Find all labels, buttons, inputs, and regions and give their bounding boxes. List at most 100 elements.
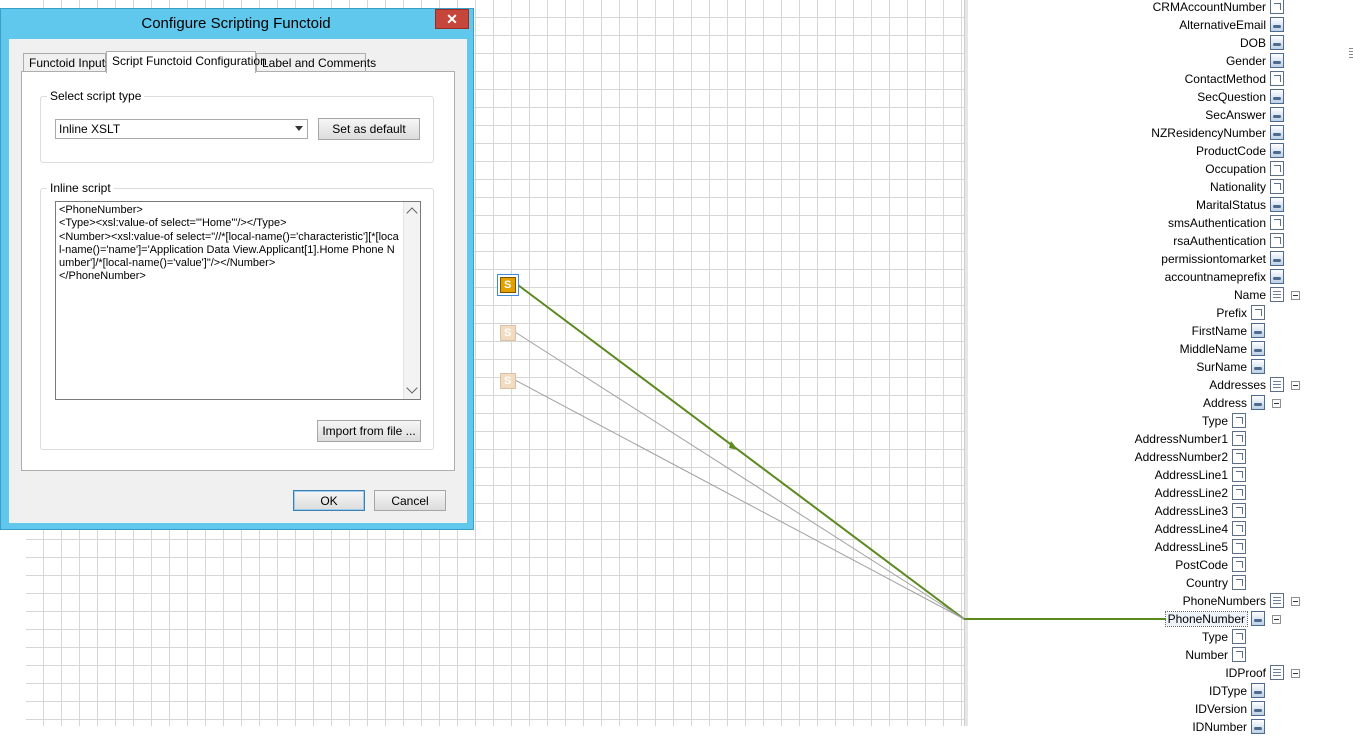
schema-node-label[interactable]: ProductCode <box>1196 144 1266 158</box>
schema-node[interactable]: AddressLine1 <box>980 466 1228 484</box>
schema-node[interactable]: MaritalStatus <box>980 196 1266 214</box>
schema-node-label[interactable]: FirstName <box>1192 324 1247 338</box>
schema-node-label[interactable]: PhoneNumber <box>1164 611 1249 627</box>
schema-node[interactable]: IDVersion <box>980 700 1247 718</box>
schema-node-label[interactable]: PostCode <box>1175 558 1228 572</box>
script-scrollbar[interactable] <box>403 202 420 399</box>
schema-node[interactable]: PhoneNumber <box>980 610 1249 628</box>
ok-button[interactable]: OK <box>293 490 365 511</box>
script-text[interactable]: <PhoneNumber> <Type><xsl:value-of select… <box>59 204 399 284</box>
schema-node-label[interactable]: MaritalStatus <box>1196 198 1266 212</box>
schema-node-label[interactable]: AddressLine2 <box>1155 486 1228 500</box>
schema-node[interactable]: Occupation <box>980 160 1266 178</box>
scripting-functoid[interactable]: S <box>500 325 516 341</box>
schema-node-label[interactable]: Addresses <box>1209 378 1266 392</box>
schema-node-label[interactable]: accountnameprefix <box>1165 270 1266 284</box>
schema-node-label[interactable]: AddressNumber2 <box>1135 450 1228 464</box>
schema-node-label[interactable]: Gender <box>1226 54 1266 68</box>
import-from-file-button[interactable]: Import from file ... <box>317 420 421 442</box>
schema-node-label[interactable]: AlternativeEmail <box>1179 18 1266 32</box>
schema-node[interactable]: AddressLine5 <box>980 538 1228 556</box>
schema-node-label[interactable]: Address <box>1203 396 1247 410</box>
scroll-grip[interactable] <box>1349 48 1353 60</box>
schema-node[interactable]: accountnameprefix <box>980 268 1266 286</box>
schema-node-label[interactable]: IDType <box>1209 684 1247 698</box>
schema-node[interactable]: Type <box>980 628 1228 646</box>
schema-node-label[interactable]: SecQuestion <box>1197 90 1266 104</box>
tab-label-and-comments[interactable]: Label and Comments <box>256 53 376 73</box>
schema-node[interactable]: PostCode <box>980 556 1228 574</box>
schema-node-label[interactable]: ContactMethod <box>1185 72 1266 86</box>
schema-node-label[interactable]: Type <box>1202 630 1228 644</box>
schema-node-label[interactable]: Type <box>1202 414 1228 428</box>
schema-node[interactable]: AddressLine3 <box>980 502 1228 520</box>
schema-node[interactable]: PhoneNumbers <box>980 592 1266 610</box>
schema-node-label[interactable]: IDProof <box>1225 666 1266 680</box>
schema-node-label[interactable]: smsAuthentication <box>1168 216 1266 230</box>
collapse-toggle-icon[interactable] <box>1291 291 1300 300</box>
schema-node-label[interactable]: MiddleName <box>1180 342 1247 356</box>
schema-node-label[interactable]: AddressLine1 <box>1155 468 1228 482</box>
schema-node-label[interactable]: permissiontomarket <box>1161 252 1266 266</box>
schema-node-label[interactable]: Prefix <box>1216 306 1247 320</box>
collapse-toggle-icon[interactable] <box>1291 669 1300 678</box>
schema-node[interactable]: DOB <box>980 34 1266 52</box>
schema-node-label[interactable]: CRMAccountNumber <box>1153 0 1266 14</box>
schema-node[interactable]: smsAuthentication <box>980 214 1266 232</box>
schema-node-label[interactable]: DOB <box>1240 36 1266 50</box>
scripting-functoid-selected[interactable]: S <box>500 277 516 293</box>
schema-node[interactable]: rsaAuthentication <box>980 232 1266 250</box>
schema-node[interactable]: Prefix <box>980 304 1247 322</box>
schema-node-label[interactable]: Country <box>1186 576 1228 590</box>
chevron-down-icon[interactable] <box>295 126 303 131</box>
schema-node-label[interactable]: AddressLine5 <box>1155 540 1228 554</box>
schema-node[interactable]: CRMAccountNumber <box>980 0 1266 16</box>
schema-node-label[interactable]: SurName <box>1196 360 1247 374</box>
schema-node[interactable]: Country <box>980 574 1228 592</box>
schema-node-label[interactable]: NZResidencyNumber <box>1151 126 1266 140</box>
schema-node[interactable]: NZResidencyNumber <box>980 124 1266 142</box>
schema-node[interactable]: SecQuestion <box>980 88 1266 106</box>
schema-node[interactable]: Addresses <box>980 376 1266 394</box>
schema-node-label[interactable]: IDNumber <box>1192 720 1247 734</box>
schema-node-label[interactable]: Occupation <box>1205 162 1266 176</box>
close-button[interactable]: ✕ <box>435 9 469 29</box>
schema-node[interactable]: permissiontomarket <box>980 250 1266 268</box>
schema-node[interactable]: AddressNumber2 <box>980 448 1228 466</box>
schema-node[interactable]: SurName <box>980 358 1247 376</box>
collapse-toggle-icon[interactable] <box>1291 597 1300 606</box>
schema-node[interactable]: AddressLine2 <box>980 484 1228 502</box>
cancel-button[interactable]: Cancel <box>374 490 446 511</box>
schema-node[interactable]: SecAnswer <box>980 106 1266 124</box>
collapse-toggle-icon[interactable] <box>1291 381 1300 390</box>
scripting-functoid[interactable]: S <box>500 373 516 389</box>
schema-node[interactable]: Number <box>980 646 1228 664</box>
schema-node[interactable]: IDNumber <box>980 718 1247 736</box>
schema-node-label[interactable]: Name <box>1234 288 1266 302</box>
schema-node[interactable]: Type <box>980 412 1228 430</box>
schema-node[interactable]: MiddleName <box>980 340 1247 358</box>
tab-functoid-inputs[interactable]: Functoid Inputs <box>23 53 111 73</box>
schema-node[interactable]: AddressNumber1 <box>980 430 1228 448</box>
schema-node[interactable]: Nationality <box>980 178 1266 196</box>
schema-node[interactable]: IDType <box>980 682 1247 700</box>
schema-node[interactable]: FirstName <box>980 322 1247 340</box>
set-as-default-button[interactable]: Set as default <box>318 118 420 140</box>
schema-node-label[interactable]: rsaAuthentication <box>1173 234 1266 248</box>
scroll-down-icon[interactable] <box>406 382 418 394</box>
collapse-toggle-icon[interactable] <box>1272 399 1281 408</box>
schema-node[interactable]: ContactMethod <box>980 70 1266 88</box>
script-type-select[interactable]: Inline XSLT <box>55 119 308 139</box>
schema-node-label[interactable]: AddressLine3 <box>1155 504 1228 518</box>
schema-node[interactable]: Name <box>980 286 1266 304</box>
schema-node-label[interactable]: PhoneNumbers <box>1183 594 1266 608</box>
schema-node[interactable]: ProductCode <box>980 142 1266 160</box>
schema-node[interactable]: Address <box>980 394 1247 412</box>
schema-node[interactable]: AlternativeEmail <box>980 16 1266 34</box>
schema-node[interactable]: Gender <box>980 52 1266 70</box>
schema-node-label[interactable]: AddressNumber1 <box>1135 432 1228 446</box>
inline-script-editor[interactable]: <PhoneNumber> <Type><xsl:value-of select… <box>55 201 421 400</box>
scroll-up-icon[interactable] <box>406 207 418 219</box>
schema-node-label[interactable]: Number <box>1185 648 1228 662</box>
schema-node-label[interactable]: AddressLine4 <box>1155 522 1228 536</box>
